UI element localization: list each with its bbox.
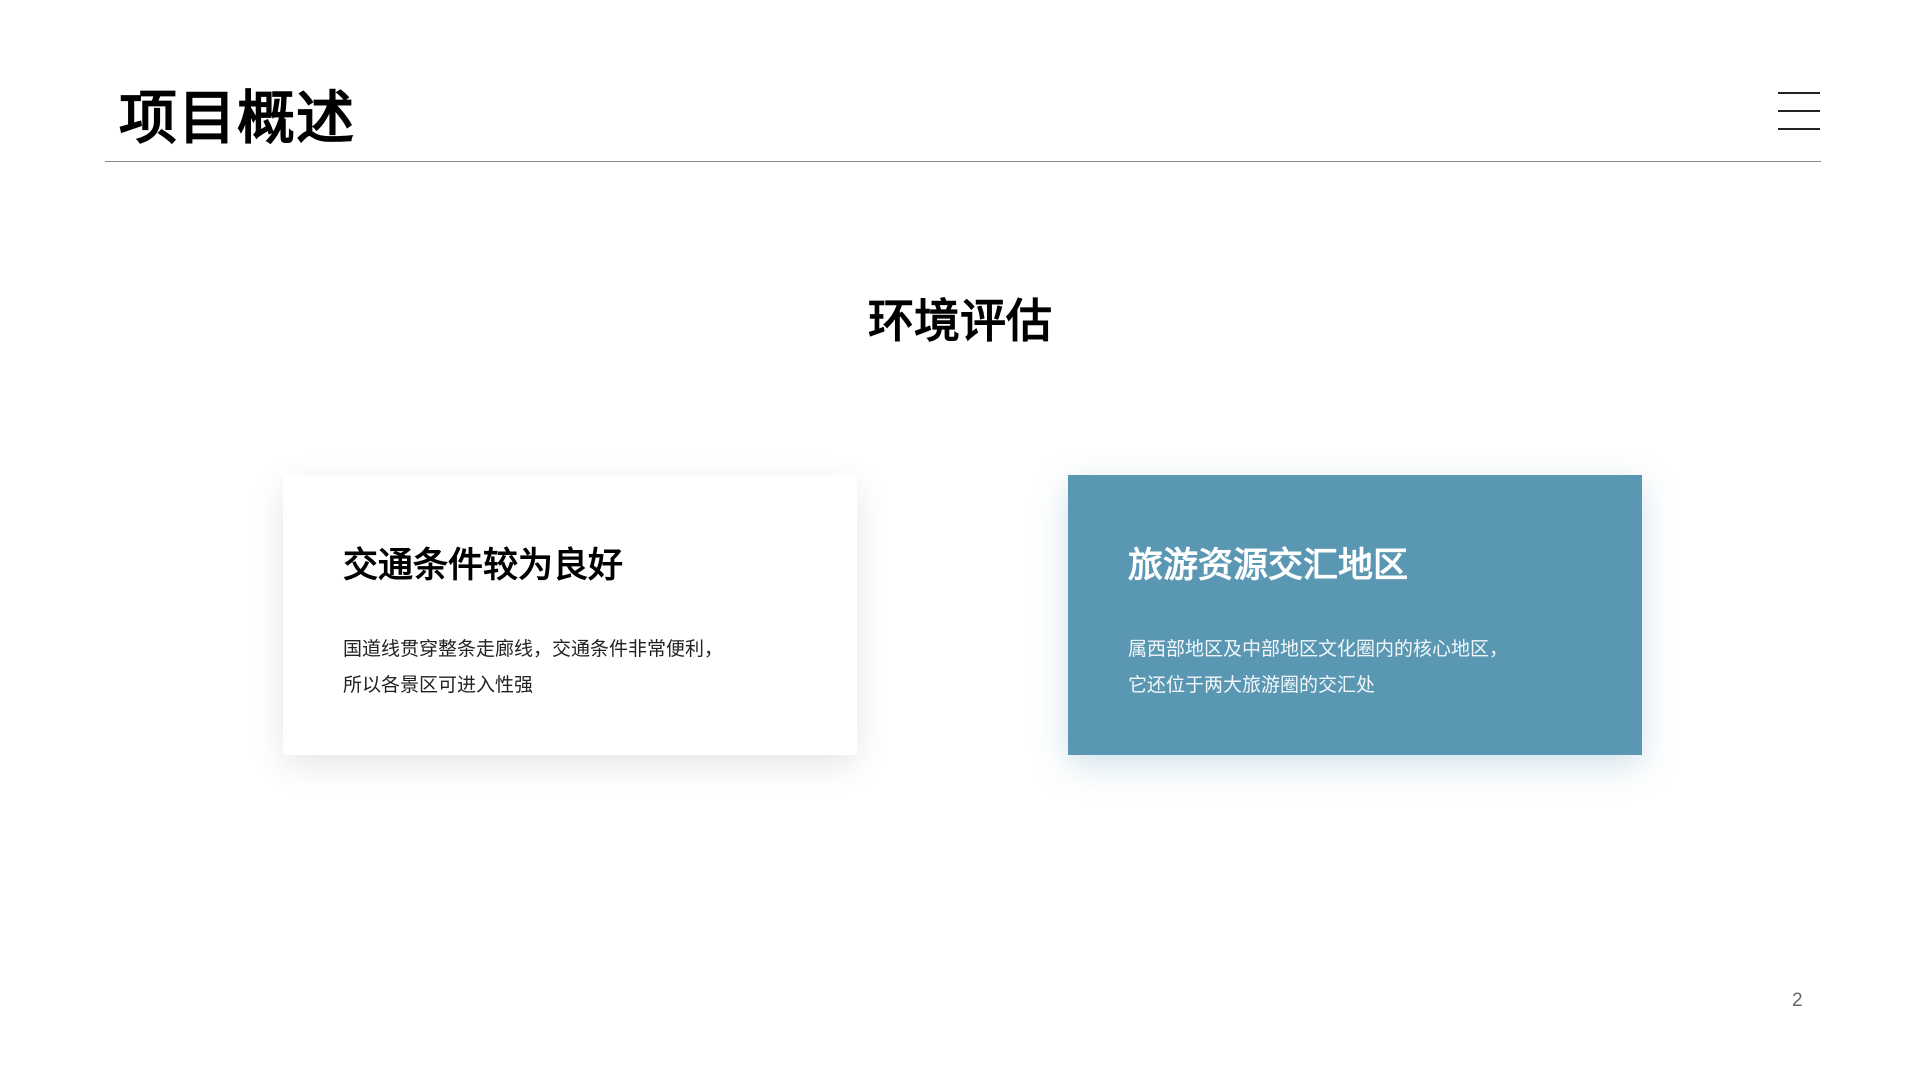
menu-line <box>1778 128 1820 130</box>
card-description-line: 所以各景区可进入性强 <box>343 674 534 696</box>
page-title: 项目概述 <box>119 84 356 152</box>
card-transport: 交通条件较为良好 国道线贯穿整条走廊线，交通条件非常便利， 所以各景区可进入性强 <box>283 475 857 755</box>
menu-line <box>1778 110 1820 112</box>
card-description: 国道线贯穿整条走廊线，交通条件非常便利， 所以各景区可进入性强 <box>343 631 857 703</box>
card-title: 旅游资源交汇地区 <box>1128 546 1409 586</box>
section-title: 环境评估 <box>868 294 1052 348</box>
hamburger-menu-icon[interactable] <box>1778 92 1820 130</box>
header-divider <box>105 161 1821 162</box>
page-number: 2 <box>1792 990 1803 1011</box>
card-description-line: 它还位于两大旅游圈的交汇处 <box>1128 674 1376 696</box>
card-description: 属西部地区及中部地区文化圈内的核心地区， 它还位于两大旅游圈的交汇处 <box>1128 631 1642 703</box>
card-title: 交通条件较为良好 <box>343 546 624 586</box>
card-description-line: 属西部地区及中部地区文化圈内的核心地区， <box>1128 638 1509 660</box>
menu-line <box>1778 92 1820 94</box>
card-tourism-resources: 旅游资源交汇地区 属西部地区及中部地区文化圈内的核心地区， 它还位于两大旅游圈的… <box>1068 475 1642 755</box>
card-description-line: 国道线贯穿整条走廊线，交通条件非常便利， <box>343 638 724 660</box>
